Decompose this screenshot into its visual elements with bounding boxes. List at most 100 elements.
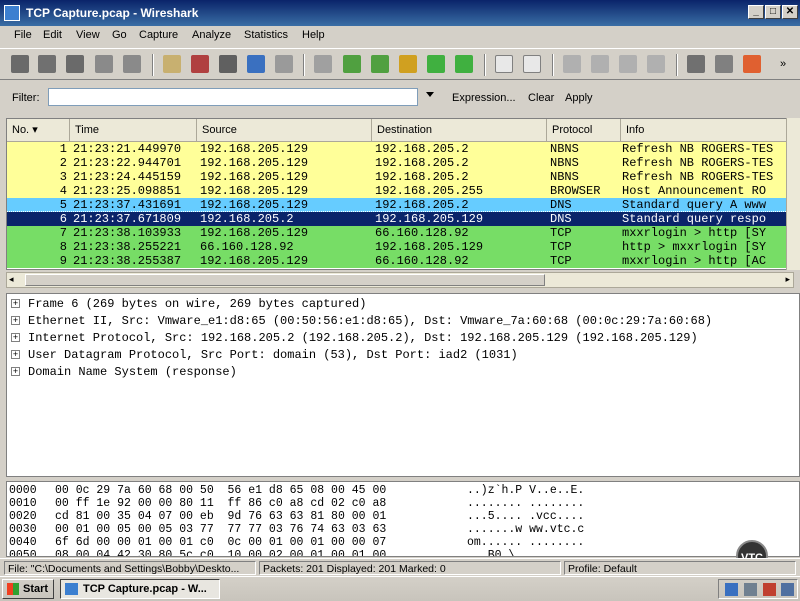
packet-row[interactable]: 7 21:23:38.103933 192.168.205.129 66.160.12… [7,226,799,240]
colorize-icon[interactable] [495,55,513,73]
filter-input[interactable] [48,88,418,106]
packet-row[interactable]: 1 21:23:21.449970 192.168.205.129 192.168.2… [7,142,799,156]
packet-cell-no: 1 [59,142,67,156]
packet-row[interactable]: 8 21:23:38.255221 66.160.128.92 192.168.205… [7,240,799,254]
detail-row-frame[interactable]: + Frame 6 (269 bytes on wire, 269 bytes c… [11,296,366,312]
start-button[interactable]: Start [2,579,54,599]
stop-capture-icon[interactable] [95,55,113,73]
packet-cell-proto: BROWSER [550,184,601,198]
expand-icon[interactable]: + [11,333,20,343]
window-title: TCP Capture.pcap - Wireshark [26,6,199,20]
packet-row[interactable]: 4 21:23:25.098851 192.168.205.129 192.168.2… [7,184,799,198]
menu-file[interactable]: File [14,29,32,41]
scroll-right-icon[interactable]: ▸ [785,274,790,285]
column-header-no[interactable]: No. ▾ [7,119,70,141]
go-back-icon[interactable] [343,55,361,73]
reload-icon[interactable] [247,55,265,73]
packet-row[interactable]: 6 21:23:37.671809 192.168.205.2 192.168.205… [7,211,799,227]
minimize-button[interactable]: _ [748,5,764,19]
menu-help[interactable]: Help [302,29,325,41]
scrollbar-thumb[interactable] [25,274,545,286]
restart-capture-icon[interactable] [123,55,141,73]
packet-cell-dst: 192.168.205.2 [375,156,469,170]
interfaces-icon[interactable] [11,55,29,73]
apply-button[interactable]: Apply [565,92,593,104]
capture-filters-icon[interactable] [687,55,705,73]
packet-list: No. ▾ Time Source Destination Protocol I… [6,118,800,270]
zoom-in-icon[interactable] [563,55,581,73]
coloring-rules-icon[interactable] [743,55,761,73]
packet-cell-time: 21:23:38.103933 [73,226,182,240]
auto-scroll-icon[interactable] [523,55,541,73]
taskbar: Start TCP Capture.pcap - W... [0,576,800,601]
expand-icon[interactable]: + [11,316,20,326]
packet-cell-time: 21:23:24.445159 [73,170,182,184]
filter-dropdown-icon[interactable] [426,92,434,97]
packet-list-horizontal-scrollbar[interactable]: ◂ ▸ [6,272,794,288]
go-last-packet-icon[interactable] [455,55,473,73]
print-icon[interactable] [275,55,293,73]
menu-statistics[interactable]: Statistics [244,29,288,41]
display-filters-icon[interactable] [715,55,733,73]
menu-view[interactable]: View [76,29,100,41]
column-header-source[interactable]: Source [197,119,372,141]
security-tray-icon[interactable] [763,583,776,596]
clear-button[interactable]: Clear [528,92,554,104]
save-file-icon[interactable] [191,55,209,73]
menu-edit[interactable]: Edit [43,29,62,41]
packet-row[interactable]: 5 21:23:37.431691 192.168.205.129 192.168.2… [7,198,799,212]
zoom-normal-icon[interactable] [619,55,637,73]
packet-cell-proto: DNS [550,198,572,212]
column-header-destination[interactable]: Destination [372,119,547,141]
column-header-time[interactable]: Time [70,119,197,141]
packet-cell-time: 21:23:37.431691 [73,198,182,212]
packet-row[interactable]: 2 21:23:22.944701 192.168.205.129 192.168.2… [7,156,799,170]
detail-row-ip[interactable]: + Internet Protocol, Src: 192.168.205.2 (… [11,330,698,346]
taskbar-item-wireshark[interactable]: TCP Capture.pcap - W... [60,579,220,599]
packet-list-header: No. ▾ Time Source Destination Protocol I… [7,119,799,142]
packet-cell-src: 192.168.205.129 [200,198,309,212]
packet-cell-dst: 192.168.205.2 [375,170,469,184]
packet-cell-proto: TCP [550,226,572,240]
column-header-info[interactable]: Info [621,119,799,141]
close-button[interactable]: ✕ [782,5,798,19]
packet-cell-no: 2 [59,156,67,170]
go-to-packet-icon[interactable] [399,55,417,73]
toolbar-overflow-icon[interactable]: » [778,55,788,73]
detail-row-dns[interactable]: + Domain Name System (response) [11,364,237,380]
column-header-protocol[interactable]: Protocol [547,119,621,141]
close-file-icon[interactable] [219,55,237,73]
packet-cell-src: 192.168.205.129 [200,156,309,170]
menu-go[interactable]: Go [112,29,127,41]
zoom-out-icon[interactable] [591,55,609,73]
expand-icon[interactable]: + [11,299,20,309]
status-profile[interactable]: Profile: Default [564,561,796,575]
menu-capture[interactable]: Capture [139,29,178,41]
menu-analyze[interactable]: Analyze [192,29,231,41]
open-file-icon[interactable] [163,55,181,73]
tray-app-icon[interactable] [781,583,794,596]
packet-cell-info: Standard query respo [622,212,767,226]
packet-cell-src: 192.168.205.129 [200,226,309,240]
packet-row[interactable]: 3 21:23:24.445159 192.168.205.129 192.168.2… [7,170,799,184]
volume-tray-icon[interactable] [744,583,757,596]
packet-cell-dst: 66.160.128.92 [375,254,469,268]
system-tray [718,579,798,599]
capture-options-icon[interactable] [38,55,56,73]
detail-row-ethernet[interactable]: + Ethernet II, Src: Vmware_e1:d8:65 (00:5… [11,313,712,329]
go-forward-icon[interactable] [371,55,389,73]
go-first-packet-icon[interactable] [427,55,445,73]
packet-list-vertical-scrollbar[interactable] [786,118,800,270]
network-tray-icon[interactable] [725,583,738,596]
find-packet-icon[interactable] [314,55,332,73]
expression-button[interactable]: Expression... [452,92,516,104]
packet-row[interactable]: 9 21:23:38.255387 192.168.205.129 66.160.12… [7,254,799,268]
scroll-left-icon[interactable]: ◂ [9,274,14,285]
expand-icon[interactable]: + [11,367,20,377]
start-capture-icon[interactable] [66,55,84,73]
expand-icon[interactable]: + [11,350,20,360]
resize-columns-icon[interactable] [647,55,665,73]
menu-bar: File Edit View Go Capture Analyze Statis… [0,26,800,46]
detail-row-udp[interactable]: + User Datagram Protocol, Src Port: domai… [11,347,518,363]
maximize-button[interactable]: □ [765,5,781,19]
